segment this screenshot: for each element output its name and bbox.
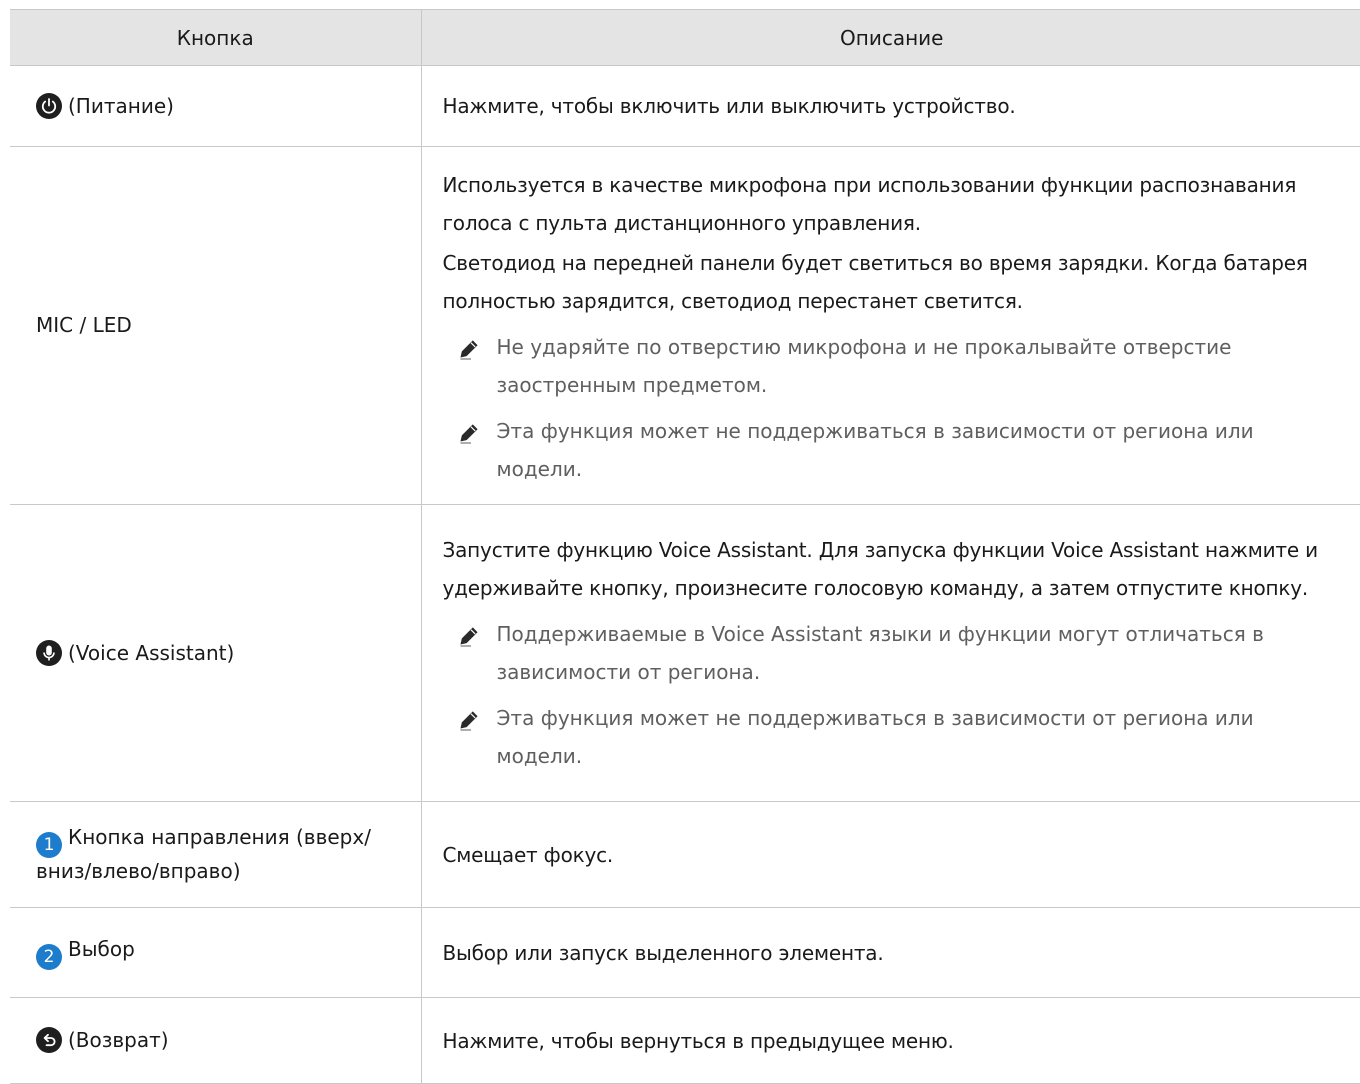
table-row: 1 Кнопка направления (вверх/ вниз/влево/в… bbox=[10, 801, 1360, 908]
note-text: Поддерживаемые в Voice Assistant языки и… bbox=[496, 622, 1264, 684]
description-text: Выбор или запуск выделенного элемента. bbox=[442, 940, 884, 965]
description-cell: Нажмите, чтобы вернуться в предыдущее ме… bbox=[421, 997, 1360, 1084]
description-text: Запустите функцию Voice Assistant. Для з… bbox=[442, 538, 1319, 600]
button-label: (Voice Assistant) bbox=[68, 640, 235, 665]
description-cell: Смещает фокус. bbox=[421, 801, 1360, 908]
remote-buttons-table: Кнопка Описание (Питание) Нажмите, чтобы… bbox=[10, 9, 1360, 1084]
note: Эта функция может не поддерживаться в за… bbox=[443, 699, 1355, 775]
button-label: MIC / LED bbox=[36, 313, 132, 337]
button-label: (Питание) bbox=[68, 93, 174, 118]
number-2-icon: 2 bbox=[36, 943, 62, 970]
description-cell: Нажмите, чтобы включить или выключить ус… bbox=[421, 65, 1360, 147]
button-label: Выбор bbox=[68, 936, 135, 961]
note-text: Эта функция может не поддерживаться в за… bbox=[496, 418, 1254, 481]
description-cell: Выбор или запуск выделенного элемента. bbox=[421, 907, 1360, 998]
microphone-icon bbox=[36, 639, 62, 666]
description-text: Нажмите, чтобы вернуться в предыдущее ме… bbox=[442, 1028, 954, 1053]
pencil-icon bbox=[443, 328, 497, 404]
note: Поддерживаемые в Voice Assistant языки и… bbox=[443, 615, 1355, 691]
note: Не ударяйте по отверстию микрофона и не … bbox=[443, 328, 1355, 404]
number-1-icon: 1 bbox=[36, 832, 62, 858]
pencil-icon bbox=[443, 412, 497, 488]
table-header-row: Кнопка Описание bbox=[10, 9, 1360, 66]
description-text: Светодиод на передней панели будет свети… bbox=[442, 250, 1308, 313]
description-cell: Запустите функцию Voice Assistant. Для з… bbox=[421, 504, 1360, 802]
button-cell: (Voice Assistant) bbox=[10, 504, 422, 802]
note-text: Эта функция может не поддерживаться в за… bbox=[496, 706, 1254, 768]
table-row: 2 Выбор Выбор или запуск выделенного элем… bbox=[10, 907, 1360, 998]
button-cell: 2 Выбор bbox=[10, 907, 422, 998]
button-cell: (Питание) bbox=[10, 65, 422, 147]
header-button: Кнопка bbox=[10, 9, 422, 66]
button-label: (Возврат) bbox=[68, 1028, 169, 1052]
page: Кнопка Описание (Питание) Нажмите, чтобы… bbox=[0, 0, 1360, 1084]
note: Эта функция может не поддерживаться в за… bbox=[443, 412, 1355, 488]
table-row: (Возврат) Нажмите, чтобы вернуться в пре… bbox=[10, 997, 1360, 1084]
button-cell: 1 Кнопка направления (вверх/ вниз/влево/в… bbox=[10, 801, 422, 908]
table-row: (Voice Assistant) Запустите функцию Voic… bbox=[10, 504, 1360, 802]
button-cell: (Возврат) bbox=[10, 997, 422, 1084]
table-row: (Питание) Нажмите, чтобы включить или вы… bbox=[10, 65, 1360, 147]
button-label: Кнопка направления (вверх/ вниз/влево/вп… bbox=[36, 825, 371, 883]
description-text: Нажмите, чтобы включить или выключить ус… bbox=[442, 94, 1016, 118]
table-row: MIC / LED Используется в качестве микроф… bbox=[10, 146, 1360, 505]
pencil-icon bbox=[443, 699, 497, 775]
button-cell: MIC / LED bbox=[10, 146, 422, 505]
return-icon bbox=[36, 1027, 62, 1053]
pencil-icon bbox=[443, 615, 497, 691]
description-text: Смещает фокус. bbox=[442, 842, 614, 867]
header-description: Описание bbox=[421, 9, 1360, 66]
power-icon bbox=[36, 92, 62, 119]
description-text: Используется в качестве микрофона при ис… bbox=[442, 172, 1297, 235]
note-text: Не ударяйте по отверстию микрофона и не … bbox=[496, 334, 1232, 397]
description-cell: Используется в качестве микрофона при ис… bbox=[421, 146, 1360, 505]
